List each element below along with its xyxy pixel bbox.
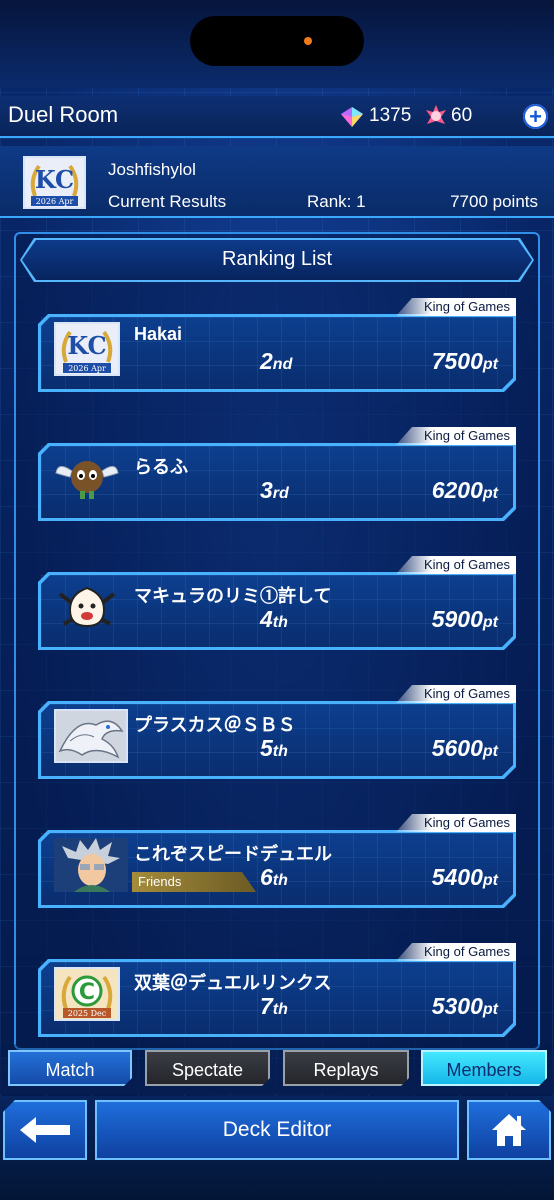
title-badge: King of Games bbox=[396, 427, 516, 445]
entry-points: 5400pt bbox=[431, 864, 498, 890]
ranking-entry[interactable]: King of Games プラスカス＠ＳＢＳ 5th 5600pt bbox=[38, 685, 516, 779]
title-badge: King of Games bbox=[396, 556, 516, 574]
entry-points: 5300pt bbox=[431, 993, 498, 1019]
entry-rank: 6th bbox=[260, 864, 288, 890]
ranking-entry[interactable]: King of Games これぞスピードデュエル Friends 6th 54… bbox=[38, 814, 516, 908]
camera-indicator bbox=[304, 37, 312, 45]
avatar[interactable]: KC 2026 Apr bbox=[23, 156, 86, 209]
ranking-entry[interactable]: King of Games KC 2026 Apr Hakai 2nd 7500… bbox=[38, 298, 516, 392]
title-badge: King of Games bbox=[396, 298, 516, 316]
entry-rank: 5th bbox=[260, 735, 288, 761]
svg-text:KC: KC bbox=[67, 331, 106, 360]
back-arrow-icon bbox=[20, 1117, 70, 1143]
ranking-title: Ranking List bbox=[221, 248, 333, 270]
title-badge: King of Games bbox=[396, 943, 516, 961]
entry-name: マキュラのリミ①許して bbox=[134, 586, 332, 606]
entry-rank: 4th bbox=[260, 606, 288, 632]
avatar[interactable]: C 2025 Dec bbox=[54, 967, 120, 1021]
title-badge: King of Games bbox=[396, 685, 516, 703]
winged-kuriboh-icon bbox=[55, 461, 119, 499]
entry-name: プラスカス＠ＳＢＳ bbox=[134, 715, 296, 735]
creature-icon bbox=[58, 586, 116, 628]
avatar[interactable]: KC 2026 Apr bbox=[54, 322, 120, 376]
gem-icon bbox=[341, 107, 363, 127]
page-title: Duel Room bbox=[8, 102, 119, 127]
dragon-icon bbox=[56, 711, 126, 761]
camera-notch bbox=[190, 16, 364, 66]
svg-text:2026 Apr: 2026 Apr bbox=[68, 364, 106, 373]
entry-points: 5600pt bbox=[431, 735, 498, 761]
current-results-label: Current Results bbox=[108, 192, 227, 211]
tab-members[interactable]: Members bbox=[421, 1050, 547, 1086]
deck-editor-button[interactable]: Deck Editor bbox=[95, 1100, 459, 1160]
kc-badge-icon: KC 2026 Apr bbox=[25, 158, 84, 207]
avatar[interactable] bbox=[54, 580, 120, 634]
back-button[interactable] bbox=[3, 1100, 87, 1160]
home-button[interactable] bbox=[467, 1100, 551, 1160]
profile-summary: KC 2026 Apr Joshfishylol Current Results… bbox=[0, 146, 554, 218]
entry-name: らるふ bbox=[134, 457, 188, 477]
friends-tag: Friends bbox=[132, 872, 256, 892]
add-currency-button[interactable]: + bbox=[523, 104, 548, 129]
entry-rank: 3rd bbox=[260, 477, 289, 503]
svg-text:2026 Apr: 2026 Apr bbox=[36, 197, 74, 206]
avatar[interactable] bbox=[54, 709, 128, 763]
ranking-entry[interactable]: King of Games C 2025 Dec 双葉＠デュエルリンクス 7th… bbox=[38, 943, 516, 1037]
entry-name: これぞスピードデュエル bbox=[134, 844, 332, 864]
entry-points: 7500pt bbox=[431, 348, 498, 374]
svg-text:KC: KC bbox=[35, 165, 74, 194]
c-badge-icon: C 2025 Dec bbox=[56, 969, 118, 1019]
entry-rank: 2nd bbox=[260, 348, 293, 374]
kc-badge-icon: KC 2026 Apr bbox=[56, 324, 118, 374]
duel-orb-icon bbox=[426, 105, 446, 124]
avatar[interactable] bbox=[54, 838, 128, 892]
gem-count: 1375 bbox=[369, 105, 412, 126]
entry-name: 双葉＠デュエルリンクス bbox=[134, 973, 332, 993]
tab-match[interactable]: Match bbox=[8, 1050, 132, 1086]
ranking-entry[interactable]: King of Games マキュラのリミ①許して 4th 5900pt bbox=[38, 556, 516, 650]
title-badge: King of Games bbox=[396, 814, 516, 832]
orb-count: 60 bbox=[451, 105, 473, 126]
entry-points: 5900pt bbox=[431, 606, 498, 632]
entry-points: 6200pt bbox=[431, 477, 498, 503]
player-rank: Rank: 1 bbox=[307, 192, 366, 211]
entry-rank: 7th bbox=[260, 993, 288, 1019]
ranking-entry[interactable]: King of Games らるふ 3rd 6200pt bbox=[38, 427, 516, 521]
home-icon bbox=[490, 1112, 528, 1148]
player-points: 7700 points bbox=[450, 192, 538, 211]
entry-name: Hakai bbox=[134, 324, 183, 344]
player-name: Joshfishylol bbox=[108, 160, 196, 179]
status-bar bbox=[0, 0, 554, 88]
duelist-portrait-icon bbox=[54, 838, 128, 892]
svg-text:2025 Dec: 2025 Dec bbox=[68, 1009, 107, 1018]
top-header: Duel Room 1375 60 + bbox=[0, 96, 554, 138]
svg-text:C: C bbox=[79, 980, 95, 1005]
tab-spectate[interactable]: Spectate bbox=[145, 1050, 270, 1086]
tab-replays[interactable]: Replays bbox=[283, 1050, 409, 1086]
avatar[interactable] bbox=[54, 451, 120, 505]
